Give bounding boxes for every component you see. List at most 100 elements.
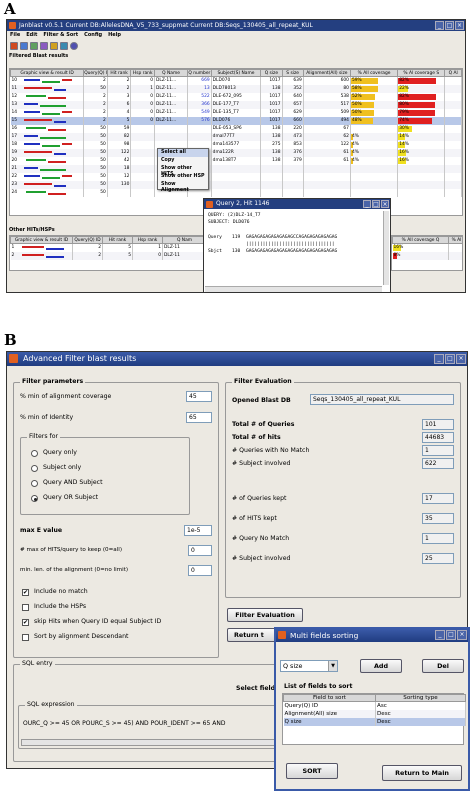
- return-to-main-dialog-button[interactable]: Return to Main: [382, 765, 462, 781]
- table-row[interactable]: 13 2 6 0 DLZ-11... 366 DLE-177_T7 1017 657 517 50%…: [10, 100, 462, 109]
- filtered-results-table-container[interactable]: Graphic view & result IDQuery(Q) IDHit r…: [9, 68, 463, 216]
- sql-expression-text[interactable]: OURC_Q >= 45 OR POURC_S >= 45) AND POUR_…: [23, 720, 225, 727]
- open-db-icon[interactable]: [10, 42, 18, 50]
- column-header[interactable]: Hsp rank: [130, 69, 156, 77]
- other-table-row[interactable]: 1 2 5 1 DLZ-11: [10, 243, 204, 252]
- menu-file[interactable]: File: [10, 31, 20, 40]
- popup-close-icon[interactable]: ×: [381, 200, 389, 208]
- column-header[interactable]: % Al coverage S: [397, 69, 446, 77]
- column-header[interactable]: S size: [281, 69, 304, 77]
- query-no-match-field[interactable]: 1: [422, 533, 454, 544]
- graphic-view-cell[interactable]: 17: [10, 132, 85, 141]
- field-to-sort-header[interactable]: Field to sort: [283, 694, 376, 702]
- other-table-row[interactable]: 2 2 5 0 DLZ-11: [10, 251, 204, 260]
- sort-button[interactable]: SORT: [286, 763, 338, 779]
- hits-kept-field[interactable]: 35: [422, 513, 454, 524]
- sorting-type-header[interactable]: Sorting type: [375, 694, 466, 702]
- filter-target-radio[interactable]: [31, 495, 38, 502]
- opened-db-field[interactable]: Seqs_130405_all_repeat_KUL: [310, 394, 454, 405]
- graphic-view-cell[interactable]: 15: [10, 116, 85, 125]
- filter-evaluation-button[interactable]: Filter Evaluation: [227, 608, 303, 622]
- table-row[interactable]: 23 50 130: [10, 180, 462, 189]
- table-row[interactable]: 22 50 12: [10, 172, 462, 181]
- database-icon[interactable]: [30, 42, 38, 50]
- graphic-view-cell[interactable]: 13: [10, 100, 85, 109]
- kept-subject-involved-field[interactable]: 25: [422, 553, 454, 564]
- other-coverage-header[interactable]: % Al: [448, 236, 462, 244]
- run-blast-icon[interactable]: [20, 42, 28, 50]
- other-column-header[interactable]: Hit rank: [102, 236, 133, 244]
- popup-minimize-icon[interactable]: _: [363, 200, 371, 208]
- graphic-view-cell[interactable]: 20: [10, 156, 85, 165]
- maximize-icon[interactable]: □: [445, 21, 454, 30]
- no-match-field[interactable]: 1: [422, 445, 454, 456]
- del-button[interactable]: Del: [422, 659, 464, 673]
- column-header[interactable]: Q size: [260, 69, 283, 77]
- other-hits-table-container[interactable]: Graphic view & result ID Query(Q) ID Hit r…: [9, 235, 205, 271]
- min-coverage-input[interactable]: 45: [186, 391, 212, 402]
- other-coverage-header[interactable]: % All coverage Q: [392, 236, 449, 244]
- filter-icon[interactable]: [40, 42, 48, 50]
- max-hits-input[interactable]: 0: [188, 545, 212, 556]
- sort-type-cell[interactable]: Asc: [375, 701, 466, 710]
- other-coverage-row[interactable]: 16%: [392, 243, 462, 252]
- sql-horizontal-scrollbar[interactable]: [21, 739, 283, 746]
- popup-maximize-icon[interactable]: □: [372, 200, 380, 208]
- popup-horizontal-scrollbar[interactable]: [205, 286, 382, 292]
- min-identity-input[interactable]: 65: [186, 412, 212, 423]
- other-column-header[interactable]: Q Nam: [162, 236, 204, 244]
- column-header[interactable]: Hit rank: [106, 69, 132, 77]
- context-menu-item[interactable]: Show Alignment: [158, 181, 208, 193]
- menu-help[interactable]: Help: [108, 31, 121, 40]
- sort-table-row[interactable]: Q size Desc: [283, 717, 466, 726]
- filter-target-radio[interactable]: [31, 450, 38, 457]
- graphic-view-cell[interactable]: 23: [10, 180, 85, 189]
- column-header[interactable]: Alignment(All) size: [302, 69, 351, 77]
- close-icon[interactable]: ×: [455, 21, 464, 30]
- table-row[interactable]: 12 2 3 0 DLZ-11... 522 DLE-672_095 1017 640 538 52…: [10, 92, 462, 101]
- sort-field-combo[interactable]: Q size ▼: [280, 660, 338, 672]
- table-row[interactable]: 17 50 82 dmal77T7 138 473 62 4% 14%: [10, 132, 462, 141]
- export-icon[interactable]: [60, 42, 68, 50]
- subject-involved-field[interactable]: 622: [422, 458, 454, 469]
- column-header[interactable]: Subject(S) Name: [210, 69, 262, 77]
- table-row[interactable]: 14 2 4 0 DLZ-11... 549 DLE-135_T7 1017 629 509 50%…: [10, 108, 462, 117]
- table-row[interactable]: 18 50 98 dma143577 275 853 122 4% 14%: [10, 140, 462, 149]
- table-row[interactable]: 21 50 18: [10, 164, 462, 173]
- filter-minimize-icon[interactable]: _: [434, 354, 444, 364]
- graphic-view-cell[interactable]: 16: [10, 124, 85, 133]
- filter-target-radio[interactable]: [31, 480, 38, 487]
- table-row[interactable]: 11 50 2 1 DLZ-11... 13 DLD78013 138 352 80 58% 22%: [10, 84, 462, 93]
- sorting-close-icon[interactable]: ×: [457, 630, 467, 640]
- sort-table-row[interactable]: Alignment(All) size Desc: [283, 709, 466, 718]
- column-header[interactable]: Q Al: [444, 69, 462, 77]
- graphic-view-cell[interactable]: 21: [10, 164, 85, 173]
- return-to-main-button[interactable]: Return t: [227, 628, 277, 642]
- table-row[interactable]: 10 2 2 0 DLZ-11... 669 DLD070 1017 639 600 59% 82%: [10, 76, 462, 85]
- queries-kept-field[interactable]: 17: [422, 493, 454, 504]
- filter-close-icon[interactable]: ×: [456, 354, 466, 364]
- menu-config[interactable]: Config: [84, 31, 102, 40]
- sort-icon[interactable]: [50, 42, 58, 50]
- graphic-view-cell[interactable]: 22: [10, 172, 85, 181]
- sort-type-cell[interactable]: Desc: [375, 709, 466, 718]
- sort-fields-table-container[interactable]: Field to sort Sorting type Query(Q) ID As…: [282, 693, 466, 745]
- filter-target-radio[interactable]: [31, 465, 38, 472]
- graphic-view-cell[interactable]: 12: [10, 92, 85, 101]
- table-row[interactable]: 19 50 122 dma122R 138 376 61 4% 16%: [10, 148, 462, 157]
- chevron-down-icon[interactable]: ▼: [328, 661, 337, 671]
- graphic-view-cell[interactable]: 14: [10, 108, 85, 117]
- other-hits-coverage-container[interactable]: % All coverage Q% Al 16% 8%: [391, 235, 463, 271]
- column-header[interactable]: Graphic view & result ID: [10, 69, 85, 77]
- column-header[interactable]: Q Name: [154, 69, 189, 77]
- filter-maximize-icon[interactable]: □: [445, 354, 455, 364]
- other-coverage-row[interactable]: 8%: [392, 251, 462, 260]
- menu-edit[interactable]: Edit: [26, 31, 37, 40]
- option-checkbox[interactable]: ✔: [22, 619, 29, 626]
- total-hits-field[interactable]: 44683: [422, 432, 454, 443]
- add-button[interactable]: Add: [360, 659, 402, 673]
- popup-vertical-scrollbar[interactable]: [383, 211, 389, 285]
- context-menu-item[interactable]: Copy: [158, 157, 208, 165]
- context-menu-item[interactable]: Select all: [158, 149, 208, 157]
- column-header[interactable]: Query(Q) ID: [83, 69, 108, 77]
